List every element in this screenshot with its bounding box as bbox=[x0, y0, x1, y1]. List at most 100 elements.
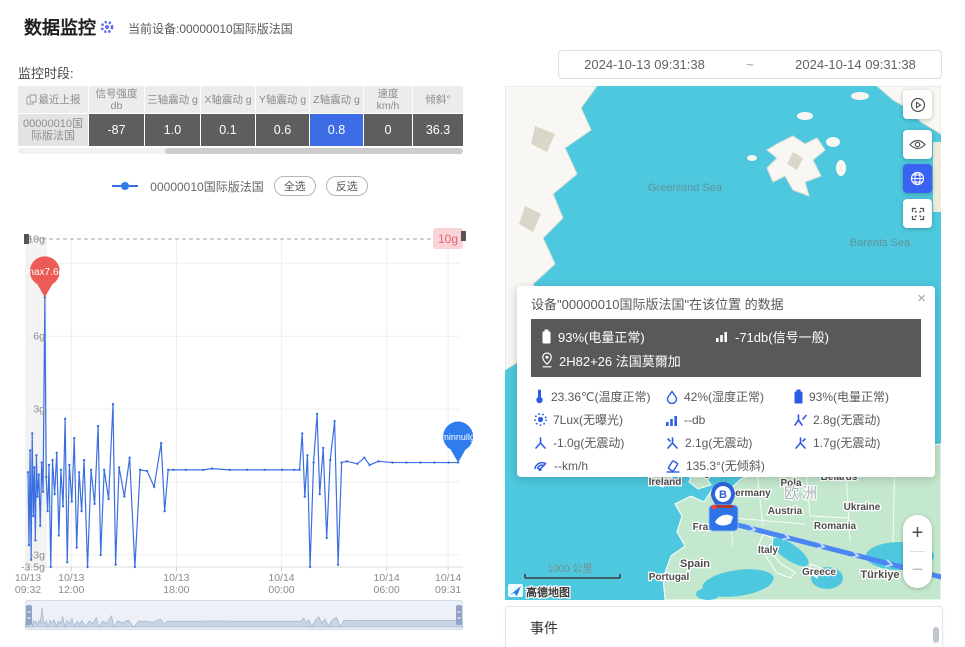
svg-text:max7.6g: max7.6g bbox=[26, 267, 64, 278]
humidity-icon bbox=[665, 390, 679, 404]
invert-selection-button[interactable]: 反选 bbox=[326, 176, 368, 196]
legend-series-item[interactable] bbox=[112, 182, 138, 190]
chart-legend: 00000010国际版法国 全选 反选 bbox=[0, 176, 480, 196]
svg-text:10/1318:00: 10/1318:00 bbox=[163, 572, 189, 596]
signal-icon bbox=[665, 414, 679, 426]
barents-sea-label: Barents Sea bbox=[850, 237, 911, 249]
datazoom-left-handle[interactable] bbox=[26, 605, 32, 625]
alert-dot-icon bbox=[712, 505, 717, 510]
vehicle-badge[interactable] bbox=[709, 505, 738, 531]
device-data-popup: 设备"00000010国际版法国"在该位置 的数据 × 93%(电量正常) -7… bbox=[517, 286, 935, 477]
table-header-speed: 速度 km/h bbox=[364, 86, 412, 113]
vibration-x-icon bbox=[533, 436, 548, 450]
map-play-button[interactable] bbox=[903, 90, 932, 119]
report-icon bbox=[26, 94, 37, 105]
portugal-label: Portugal bbox=[649, 572, 690, 583]
table-scrollbar-track[interactable] bbox=[18, 148, 463, 154]
table-header-signal: 信号强度 db bbox=[89, 86, 144, 113]
events-title: 事件 bbox=[506, 607, 942, 638]
table-cell-viby: 0.6 bbox=[256, 114, 309, 146]
greenland-sea-label: Greenland Sea bbox=[648, 182, 723, 194]
select-all-button[interactable]: 全选 bbox=[274, 176, 316, 196]
datazoom-right-handle[interactable] bbox=[456, 605, 462, 625]
vibration-3axis-icon bbox=[793, 413, 808, 427]
popup-location-value: 2H82+26 法国莫爾加 bbox=[559, 351, 681, 370]
greece-label: Greece bbox=[802, 567, 836, 578]
table-header-vib3: 三轴震动 g bbox=[145, 86, 200, 113]
marker-letter: B bbox=[719, 489, 727, 501]
svg-text:10/1406:00: 10/1406:00 bbox=[373, 572, 399, 596]
popup-metrics-grid: 23.36℃(温度正常) 42%(湿度正常) 93%(电量正常) 7Lux(无曝… bbox=[533, 385, 933, 477]
table-header-vibz: Z轴震动 g bbox=[310, 86, 363, 113]
map-island bbox=[836, 160, 846, 176]
amap-brand-label: 高德地图 bbox=[526, 585, 570, 599]
expand-icon bbox=[911, 207, 925, 221]
svg-text:10g: 10g bbox=[27, 234, 45, 246]
romania-label: Romania bbox=[814, 521, 857, 532]
table-cell-speed: 0 bbox=[364, 114, 412, 146]
zoom-out-button[interactable]: − bbox=[903, 552, 932, 588]
start-datetime-input[interactable]: 2024-10-13 09:31:38 bbox=[559, 57, 730, 72]
date-range-picker: 2024-10-13 09:31:38 ~ 2024-10-14 09:31:3… bbox=[558, 50, 942, 79]
chart-marker: minnullg bbox=[441, 422, 475, 463]
zoom-in-button[interactable]: + bbox=[903, 515, 932, 551]
svg-text:10/1409:31: 10/1409:31 bbox=[435, 572, 461, 596]
legend-line-icon bbox=[112, 185, 121, 187]
globe-icon bbox=[910, 171, 925, 186]
svg-text:minnullg: minnullg bbox=[441, 432, 475, 442]
play-icon bbox=[910, 97, 926, 113]
battery-icon bbox=[541, 329, 552, 344]
svg-text:3g: 3g bbox=[33, 404, 45, 416]
europe-cjk-label: 欧洲 bbox=[784, 485, 820, 502]
popup-signal-value: -71db(信号一般) bbox=[735, 327, 829, 346]
svg-text:10g: 10g bbox=[438, 232, 458, 246]
events-scrollbar-thumb[interactable] bbox=[933, 627, 939, 643]
legend-series-label[interactable]: 00000010国际版法国 bbox=[150, 178, 263, 195]
svg-text:-3g: -3g bbox=[30, 549, 45, 561]
light-icon bbox=[533, 412, 548, 427]
signal-icon bbox=[715, 330, 729, 342]
table-cell-device-name[interactable]: 00000010国际版法国 bbox=[18, 114, 88, 146]
svg-text:10/1312:00: 10/1312:00 bbox=[58, 572, 84, 596]
spain-label: Spain bbox=[680, 558, 710, 570]
table-header-viby: Y轴震动 g bbox=[256, 86, 309, 113]
vibration-line-chart[interactable]: 10g10g9g6g3g-3g-3.5g10/1309:3210/1312:00… bbox=[0, 210, 480, 602]
settings-gear-icon[interactable] bbox=[99, 19, 115, 40]
ukraine-label: Ukraine bbox=[844, 502, 881, 513]
map-visibility-button[interactable] bbox=[903, 130, 932, 159]
popup-summary-bar: 93%(电量正常) -71db(信号一般) 2H82+26 法国莫爾加 bbox=[531, 319, 921, 377]
turkiye-label: Türkiye bbox=[860, 569, 899, 581]
table-cell-vibz-highlighted: 0.8 bbox=[310, 114, 363, 146]
battery-icon bbox=[793, 389, 804, 404]
thermometer-icon bbox=[533, 389, 546, 404]
device-table: 最近上报 信号强度 db 三轴震动 g X轴震动 g Y轴震动 g Z轴震动 g… bbox=[18, 86, 463, 146]
table-cell-vib3: 1.0 bbox=[145, 114, 200, 146]
map-layer-globe-button[interactable] bbox=[903, 164, 932, 193]
map-scale-label: 1000 公里 bbox=[547, 563, 592, 575]
map-island bbox=[747, 155, 757, 161]
end-datetime-input[interactable]: 2024-10-14 09:31:38 bbox=[770, 57, 941, 72]
popup-battery-value: 93%(电量正常) bbox=[558, 327, 645, 346]
svg-text:10/1309:32: 10/1309:32 bbox=[15, 572, 41, 596]
vibration-z-icon bbox=[793, 436, 808, 450]
page-title: 数据监控 bbox=[24, 14, 96, 40]
amap-logo[interactable]: 高德地图 bbox=[508, 584, 570, 599]
popup-close-icon[interactable]: × bbox=[917, 291, 926, 306]
monitor-period-label: 监控时段: bbox=[18, 63, 74, 82]
table-cell-vibx: 0.1 bbox=[201, 114, 255, 146]
table-cell-signal: -87 bbox=[89, 114, 144, 146]
map-fullscreen-button[interactable] bbox=[903, 199, 932, 228]
location-pin-icon bbox=[541, 352, 553, 368]
speed-icon bbox=[533, 459, 549, 472]
table-header-tilt: 倾斜° bbox=[413, 86, 463, 113]
svg-text:10/1400:00: 10/1400:00 bbox=[268, 572, 294, 596]
chart-datazoom-slider[interactable] bbox=[25, 600, 463, 630]
ireland-label: Ireland bbox=[649, 477, 682, 488]
date-range-separator: ~ bbox=[730, 57, 770, 72]
table-scrollbar-thumb[interactable] bbox=[165, 148, 463, 154]
austria-label: Austria bbox=[768, 506, 803, 517]
eye-icon bbox=[909, 138, 926, 151]
events-panel: 事件 bbox=[505, 606, 943, 647]
legend-line-icon bbox=[129, 185, 138, 187]
svg-text:6g: 6g bbox=[33, 331, 45, 343]
